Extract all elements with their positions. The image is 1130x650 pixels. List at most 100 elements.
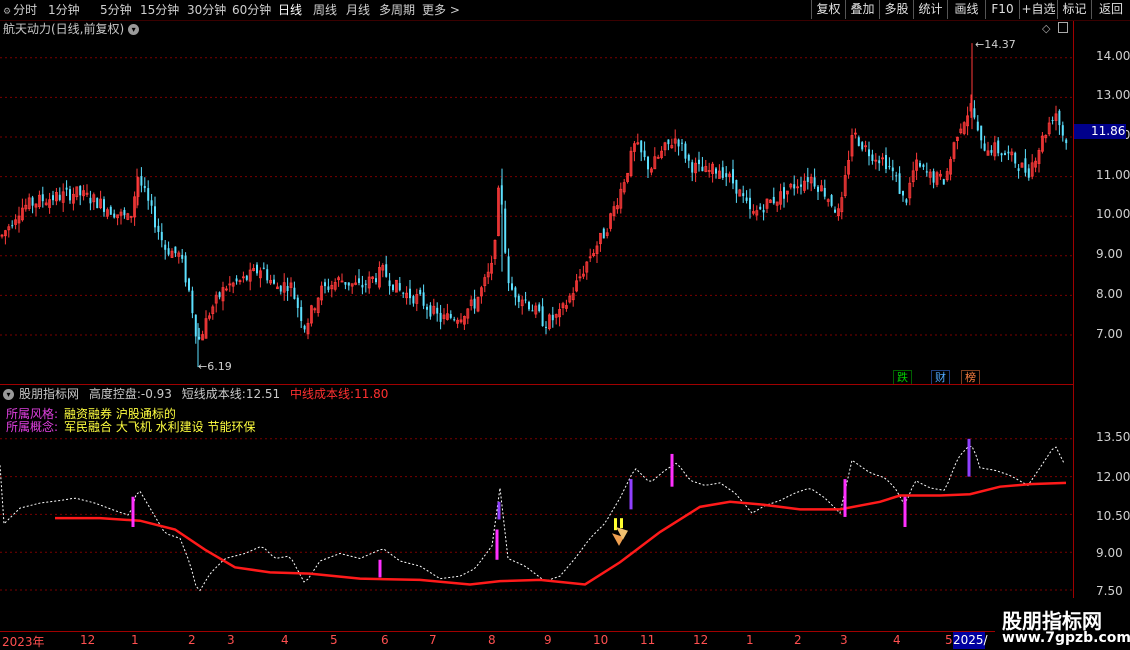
candle-body bbox=[188, 278, 190, 291]
candle-body bbox=[140, 176, 143, 186]
candle-body bbox=[983, 143, 986, 151]
candle-body bbox=[511, 283, 513, 290]
candle-body bbox=[698, 159, 700, 165]
date-label: 3 bbox=[840, 633, 848, 647]
candle-body bbox=[1061, 125, 1064, 136]
candle-body bbox=[997, 140, 1000, 154]
date-label: 4 bbox=[281, 633, 289, 647]
low-price-value: 6.19 bbox=[207, 360, 232, 373]
candle-body bbox=[643, 150, 646, 158]
date-label: 8 bbox=[488, 633, 496, 647]
candle-body bbox=[861, 142, 864, 150]
candle-body bbox=[123, 209, 126, 216]
candle-body bbox=[545, 326, 547, 328]
candle-body bbox=[375, 278, 377, 283]
date-label: 5 bbox=[945, 633, 953, 647]
indicator-axis-label: 10.50 bbox=[1096, 509, 1130, 523]
candle-body bbox=[41, 194, 44, 202]
buy-signal-marker bbox=[620, 518, 623, 529]
date-label: 9 bbox=[544, 633, 552, 647]
chevron-down-icon[interactable]: ▾ bbox=[3, 389, 14, 400]
candle-body bbox=[181, 254, 184, 259]
candle-body bbox=[429, 305, 432, 317]
candle-body bbox=[412, 296, 415, 304]
price-label: 10.00 bbox=[1096, 207, 1130, 221]
date-label: 4 bbox=[893, 633, 901, 647]
pane-divider[interactable] bbox=[0, 384, 1073, 385]
candle-body bbox=[905, 199, 908, 203]
candle-body bbox=[759, 206, 762, 210]
candle-body bbox=[388, 280, 391, 287]
mid-cost-value: 11.80 bbox=[354, 387, 389, 401]
candle-body bbox=[184, 255, 187, 283]
candle-body bbox=[103, 199, 105, 212]
candle-body bbox=[732, 169, 734, 184]
candle-body bbox=[898, 173, 901, 194]
candle-body bbox=[891, 167, 894, 172]
date-label: 12 bbox=[80, 633, 96, 647]
candle-body bbox=[324, 282, 326, 287]
candle-body bbox=[687, 154, 690, 161]
signal-bar bbox=[843, 479, 847, 517]
candle-body bbox=[1058, 110, 1061, 126]
signal-bar bbox=[131, 496, 135, 527]
candle-body bbox=[517, 295, 520, 302]
candle-body bbox=[925, 171, 928, 173]
candle-body bbox=[504, 208, 507, 253]
watermark-url: www.7gpzb.com bbox=[1002, 630, 1130, 646]
candle-body bbox=[218, 292, 221, 298]
candle-body bbox=[793, 184, 796, 189]
indicator-name: 股朋指标网 bbox=[19, 387, 80, 401]
candle-body bbox=[89, 197, 92, 204]
candle-body bbox=[1014, 152, 1017, 164]
indicator-axis-label: 13.50 bbox=[1096, 430, 1130, 444]
price-label: 14.00 bbox=[1096, 49, 1130, 63]
candle-body bbox=[439, 312, 442, 322]
candle-body bbox=[300, 307, 303, 321]
date-label: 1 bbox=[131, 633, 139, 647]
date-label: 2 bbox=[188, 633, 196, 647]
candle-body bbox=[691, 162, 694, 173]
candle-body bbox=[1017, 168, 1020, 171]
candle-body bbox=[932, 171, 935, 183]
badge-ranking[interactable]: 榜 bbox=[961, 370, 980, 385]
candle-body bbox=[834, 209, 836, 213]
candle-body bbox=[806, 177, 809, 182]
candle-body bbox=[191, 290, 194, 314]
candle-body bbox=[392, 284, 394, 291]
candle-body bbox=[735, 179, 738, 194]
candle-body bbox=[817, 186, 819, 192]
candle-body bbox=[113, 213, 116, 218]
candle-body bbox=[1065, 139, 1068, 144]
date-label: 2 bbox=[794, 633, 802, 647]
candle-body bbox=[11, 225, 14, 227]
candle-body bbox=[147, 188, 150, 201]
candle-body bbox=[286, 285, 289, 292]
candle-body bbox=[715, 168, 717, 174]
candle-body bbox=[279, 285, 282, 292]
candle-body bbox=[800, 184, 802, 187]
badge-fall[interactable]: 跌 bbox=[893, 370, 912, 385]
high-price-annotation: ←14.37 bbox=[975, 38, 1016, 51]
candle-body bbox=[385, 264, 388, 277]
candle-body bbox=[667, 139, 670, 145]
signal-bar bbox=[378, 559, 382, 578]
candle-body bbox=[164, 244, 167, 250]
date-label: 11 bbox=[640, 633, 656, 647]
candle-body bbox=[160, 231, 163, 241]
candle-body bbox=[69, 189, 71, 201]
badge-finance[interactable]: 财 bbox=[931, 370, 950, 385]
indicator-title[interactable]: ▾ 股朋指标网 高度控盘:-0.93 短线成本线:12.51 中线成本线:11.8… bbox=[3, 386, 388, 402]
high-price-value: 14.37 bbox=[984, 38, 1016, 51]
candle-body bbox=[361, 284, 364, 288]
candle-body bbox=[602, 228, 605, 239]
date-label: 3 bbox=[227, 633, 235, 647]
current-price-marker: 11.86 bbox=[1074, 124, 1126, 139]
short-cost-label: 短线成本线: bbox=[181, 387, 246, 401]
short-cost-value: 12.51 bbox=[245, 387, 281, 401]
candle-body bbox=[65, 187, 68, 190]
candle-body bbox=[742, 193, 745, 197]
candle-body bbox=[922, 164, 925, 167]
concept-tag-value: 军民融合 大飞机 水利建设 节能环保 bbox=[64, 420, 256, 434]
chart-canvas[interactable] bbox=[0, 0, 1130, 650]
